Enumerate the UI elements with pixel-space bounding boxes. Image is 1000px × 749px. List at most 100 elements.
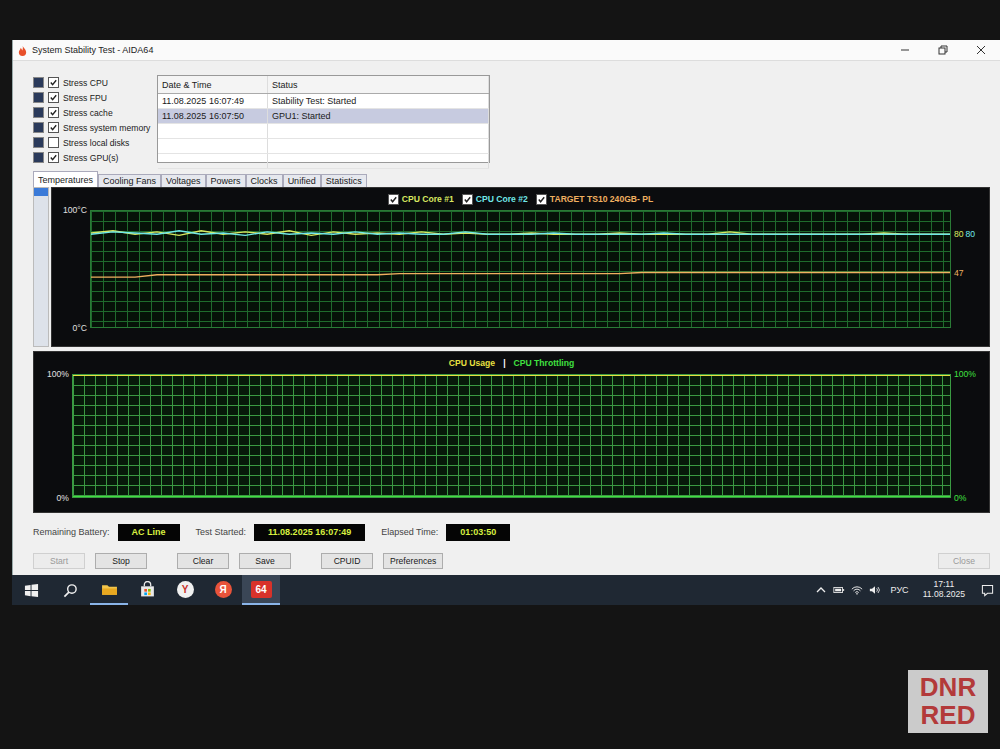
device-icon bbox=[33, 92, 44, 103]
series-line bbox=[91, 231, 950, 236]
log-empty-row bbox=[158, 124, 489, 139]
y-min: 0°C bbox=[73, 323, 87, 333]
column-header[interactable]: Date & Time bbox=[158, 76, 268, 93]
action-button[interactable]: Close bbox=[938, 553, 990, 569]
tick-icon bbox=[389, 195, 398, 204]
chart-legend: CPU Usage | CPU Throttling bbox=[72, 352, 951, 374]
legend-item[interactable]: CPU Core #2 bbox=[462, 194, 528, 205]
folder-icon bbox=[101, 581, 118, 598]
stability-test-window: System Stability Test - AIDA64 Stress CP… bbox=[12, 40, 1000, 575]
device-icon bbox=[33, 77, 44, 88]
legend-item: CPU Throttling bbox=[514, 358, 575, 368]
tab[interactable]: Unified bbox=[283, 174, 321, 187]
legend-checkbox[interactable] bbox=[462, 194, 473, 205]
window-title: System Stability Test - AIDA64 bbox=[32, 45, 153, 55]
tick-icon bbox=[49, 108, 58, 117]
checkbox[interactable] bbox=[48, 92, 59, 103]
stress-option[interactable]: Stress cache bbox=[33, 105, 155, 120]
option-label: Stress GPU(s) bbox=[63, 153, 118, 163]
log-row[interactable]: 11.08.2025 16:07:50 GPU1: Started bbox=[158, 109, 489, 124]
option-label: Stress system memory bbox=[63, 123, 150, 133]
log-empty-row bbox=[158, 154, 489, 169]
stress-option[interactable]: Stress GPU(s) bbox=[33, 150, 155, 165]
stress-option[interactable]: Stress system memory bbox=[33, 120, 155, 135]
status-item: Test Started: 11.08.2025 16:07:49 bbox=[196, 524, 366, 541]
action-button[interactable]: Stop bbox=[95, 553, 147, 569]
legend-item[interactable]: TARGET TS10 240GB- PL bbox=[536, 194, 653, 205]
battery-icon[interactable] bbox=[833, 584, 845, 596]
status-item: Elapsed Time: 01:03:50 bbox=[381, 524, 510, 541]
stress-option[interactable]: Stress CPU bbox=[33, 75, 155, 90]
tick-icon bbox=[463, 195, 472, 204]
log-table: Date & TimeStatus 11.08.2025 16:07:49 St… bbox=[157, 75, 490, 163]
taskbar-app[interactable]: 64 bbox=[242, 575, 280, 605]
volume-icon[interactable] bbox=[869, 584, 881, 596]
taskbar-app[interactable]: Я bbox=[204, 575, 242, 605]
system-tray: РУС 17:11 11.08.2025 bbox=[815, 580, 1000, 600]
device-icon bbox=[33, 107, 44, 118]
plot-area bbox=[72, 374, 951, 498]
action-button[interactable]: CPUID bbox=[321, 553, 373, 569]
restore-icon[interactable] bbox=[924, 44, 962, 56]
log-empty-row bbox=[158, 139, 489, 154]
minimize-icon[interactable] bbox=[886, 44, 924, 56]
checkbox[interactable] bbox=[48, 77, 59, 88]
tab[interactable]: Powers bbox=[206, 174, 246, 187]
chart-selector[interactable] bbox=[33, 187, 49, 347]
option-label: Stress CPU bbox=[63, 78, 108, 88]
taskbar-app[interactable] bbox=[90, 575, 128, 605]
legend-item[interactable]: CPU Core #1 bbox=[388, 194, 454, 205]
store-bag-icon bbox=[139, 581, 156, 598]
tab[interactable]: Clocks bbox=[246, 174, 283, 187]
stress-option[interactable]: Stress local disks bbox=[33, 135, 155, 150]
device-icon bbox=[33, 137, 44, 148]
tab-bar: TemperaturesCooling FansVoltagesPowersCl… bbox=[33, 171, 990, 187]
series-line bbox=[73, 496, 950, 497]
cpu-usage-chart: CPU Usage | CPU Throttling 100% 0% 100% … bbox=[33, 351, 990, 513]
column-header[interactable]: Status bbox=[268, 76, 489, 93]
windows-start-icon[interactable] bbox=[12, 583, 51, 598]
option-label: Stress local disks bbox=[63, 138, 129, 148]
status-row: Remaining Battery: AC Line Test Started: … bbox=[33, 521, 990, 543]
status-value: 01:03:50 bbox=[446, 524, 510, 541]
notification-icon[interactable] bbox=[975, 584, 994, 597]
search-icon[interactable] bbox=[51, 583, 90, 598]
action-button[interactable]: Start bbox=[33, 553, 85, 569]
legend-checkbox[interactable] bbox=[388, 194, 399, 205]
checkbox[interactable] bbox=[48, 137, 59, 148]
close-icon[interactable] bbox=[962, 44, 1000, 56]
wifi-icon[interactable] bbox=[851, 584, 863, 596]
stress-option[interactable]: Stress FPU bbox=[33, 90, 155, 105]
action-button[interactable]: Preferences bbox=[383, 553, 443, 569]
app-logo: 64 bbox=[251, 581, 272, 598]
checkbox[interactable] bbox=[48, 152, 59, 163]
language-indicator[interactable]: РУС bbox=[887, 585, 913, 595]
device-icon bbox=[33, 152, 44, 163]
checkbox[interactable] bbox=[48, 122, 59, 133]
chart-legend: CPU Core #1 CPU Core #2 TARGET TS10 240G… bbox=[90, 188, 951, 210]
legend-checkbox[interactable] bbox=[536, 194, 547, 205]
action-button[interactable]: Save bbox=[239, 553, 291, 569]
reading: 80 bbox=[954, 229, 964, 239]
log-row[interactable]: 11.08.2025 16:07:49 Stability Test: Star… bbox=[158, 94, 489, 109]
action-button[interactable]: Clear bbox=[177, 553, 229, 569]
tab[interactable]: Statistics bbox=[321, 174, 367, 187]
log-time: 11.08.2025 16:07:50 bbox=[158, 109, 268, 123]
taskbar-app[interactable] bbox=[128, 575, 166, 605]
clock[interactable]: 17:11 11.08.2025 bbox=[919, 580, 969, 600]
checkbox[interactable] bbox=[48, 107, 59, 118]
watermark: DNRRED bbox=[908, 670, 988, 733]
plot-area bbox=[90, 210, 951, 328]
tick-icon bbox=[49, 153, 58, 162]
log-status: Stability Test: Started bbox=[268, 94, 489, 108]
tab[interactable]: Voltages bbox=[161, 174, 206, 187]
title-bar: System Stability Test - AIDA64 bbox=[13, 40, 1000, 61]
chevron-up-icon[interactable] bbox=[815, 584, 827, 596]
series-line bbox=[91, 231, 950, 236]
y-max: 100°C bbox=[63, 205, 87, 215]
status-item: Remaining Battery: AC Line bbox=[33, 524, 180, 541]
tab[interactable]: Cooling Fans bbox=[98, 174, 161, 187]
temperature-chart: CPU Core #1 CPU Core #2 TARGET TS10 240G… bbox=[51, 187, 990, 347]
tab[interactable]: Temperatures bbox=[33, 171, 98, 187]
taskbar-app[interactable]: Y bbox=[166, 575, 204, 605]
